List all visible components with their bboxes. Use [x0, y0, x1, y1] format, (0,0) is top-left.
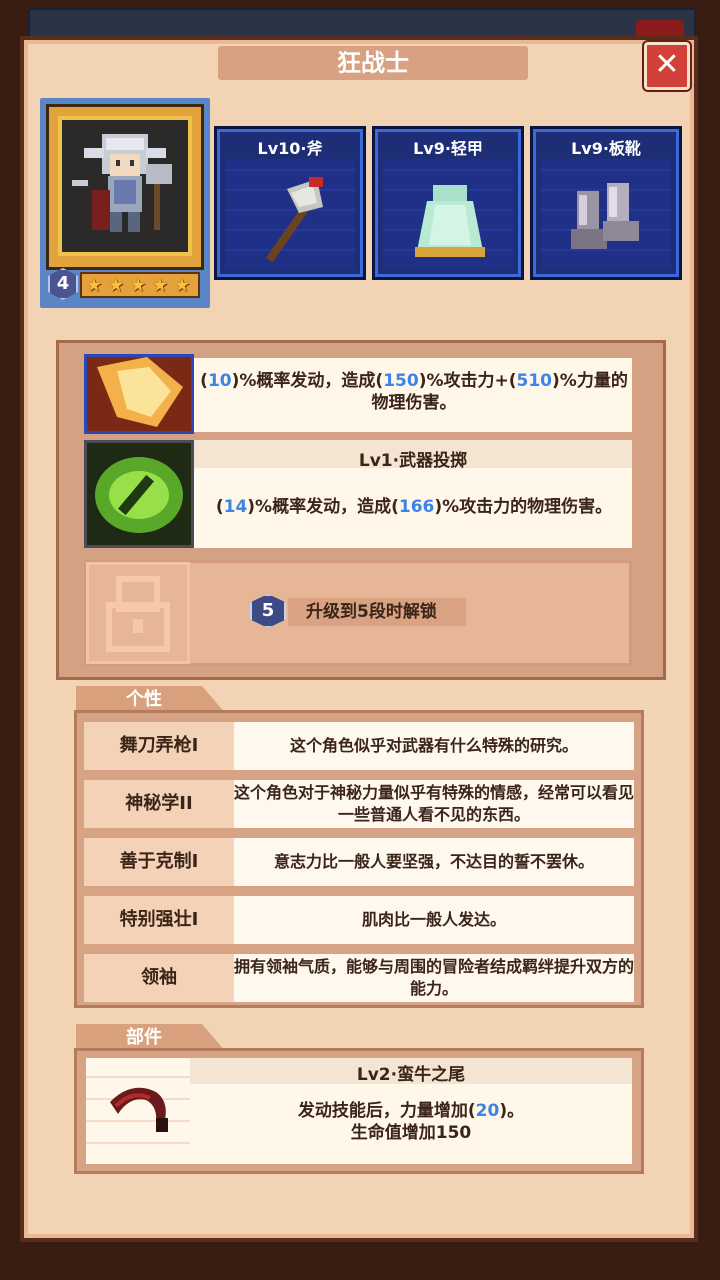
part-name: Lv2·蛮牛之尾: [356, 1065, 466, 1085]
trait-row[interactable]: 善于克制I 意志力比一般人要坚强，不达目的誓不罢休。: [84, 838, 634, 886]
trait-description: 这个角色似乎对武器有什么特殊的研究。: [234, 722, 634, 770]
trait-description: 肌肉比一般人发达。: [234, 896, 634, 944]
trait-name: 舞刀弄枪I: [84, 722, 234, 770]
skill-description: (14)%概率发动，造成(166)%攻击力的物理伤害。: [215, 497, 613, 517]
trait-name: 神秘学II: [84, 780, 234, 828]
trait-name: 特别强壮I: [84, 896, 234, 944]
trait-name: 善于克制I: [84, 838, 234, 886]
part-icon-slot: [86, 1058, 190, 1164]
trait-row[interactable]: 舞刀弄枪I 这个角色似乎对武器有什么特殊的研究。: [84, 722, 634, 770]
skill-name: Lv1·武器投掷: [358, 451, 468, 471]
fire-slash-icon: [87, 357, 191, 431]
equip-label: Lv10·斧: [257, 139, 323, 158]
equip-slot-boots[interactable]: Lv9·板靴: [530, 126, 682, 280]
star-icon: ★: [152, 275, 169, 296]
page-title: 狂战士: [218, 46, 528, 80]
star-icon: ★: [86, 275, 103, 296]
skill-description: (10)%概率发动，造成(150)%攻击力+(510)%力量的 物理伤害。: [200, 371, 628, 413]
hero-portrait: [58, 116, 192, 256]
trait-name: 领袖: [84, 954, 234, 1002]
berserker-sprite-icon: [72, 134, 172, 232]
lock-icon: [106, 576, 170, 652]
trait-description: 拥有领袖气质，能够与周围的冒险者结成羁绊提升双方的能力。: [234, 954, 634, 1002]
trait-row[interactable]: 特别强壮I 肌肉比一般人发达。: [84, 896, 634, 944]
star-icon: ★: [130, 275, 147, 296]
unlock-requirement-text: 升级到5段时解锁: [288, 598, 466, 626]
bull-tail-icon: [110, 1087, 168, 1132]
equip-label: Lv9·板靴: [571, 139, 641, 158]
close-button[interactable]: ✕: [644, 42, 690, 90]
equip-slot-armor[interactable]: Lv9·轻甲: [372, 126, 524, 280]
equip-slot-weapon[interactable]: Lv10·斧: [214, 126, 366, 280]
trait-description: 意志力比一般人要坚强，不达目的誓不罢休。: [234, 838, 634, 886]
light-armor-icon: [415, 185, 485, 257]
trait-row[interactable]: 神秘学II 这个角色对于神秘力量似乎有特殊的情感，经常可以看见一些普通人看不见的…: [84, 780, 634, 828]
part-description: 发动技能后，力量增加(20)。 生命值增加150: [297, 1101, 525, 1143]
hero-star-rating: ★ ★ ★ ★ ★: [80, 272, 200, 298]
axe-icon: [265, 177, 323, 263]
skill-icon: [84, 440, 194, 548]
locked-skill-slot: [86, 562, 190, 664]
skill-icon: [84, 354, 194, 434]
plate-boots-icon: [571, 183, 639, 249]
weapon-throw-icon: [87, 443, 191, 545]
star-icon: ★: [174, 275, 191, 296]
trait-description: 这个角色对于神秘力量似乎有特殊的情感，经常可以看见一些普通人看不见的东西。: [234, 780, 634, 828]
star-icon: ★: [108, 275, 125, 296]
trait-row[interactable]: 领袖 拥有领袖气质，能够与周围的冒险者结成羁绊提升双方的能力。: [84, 954, 634, 1002]
equip-label: Lv9·轻甲: [413, 139, 483, 158]
